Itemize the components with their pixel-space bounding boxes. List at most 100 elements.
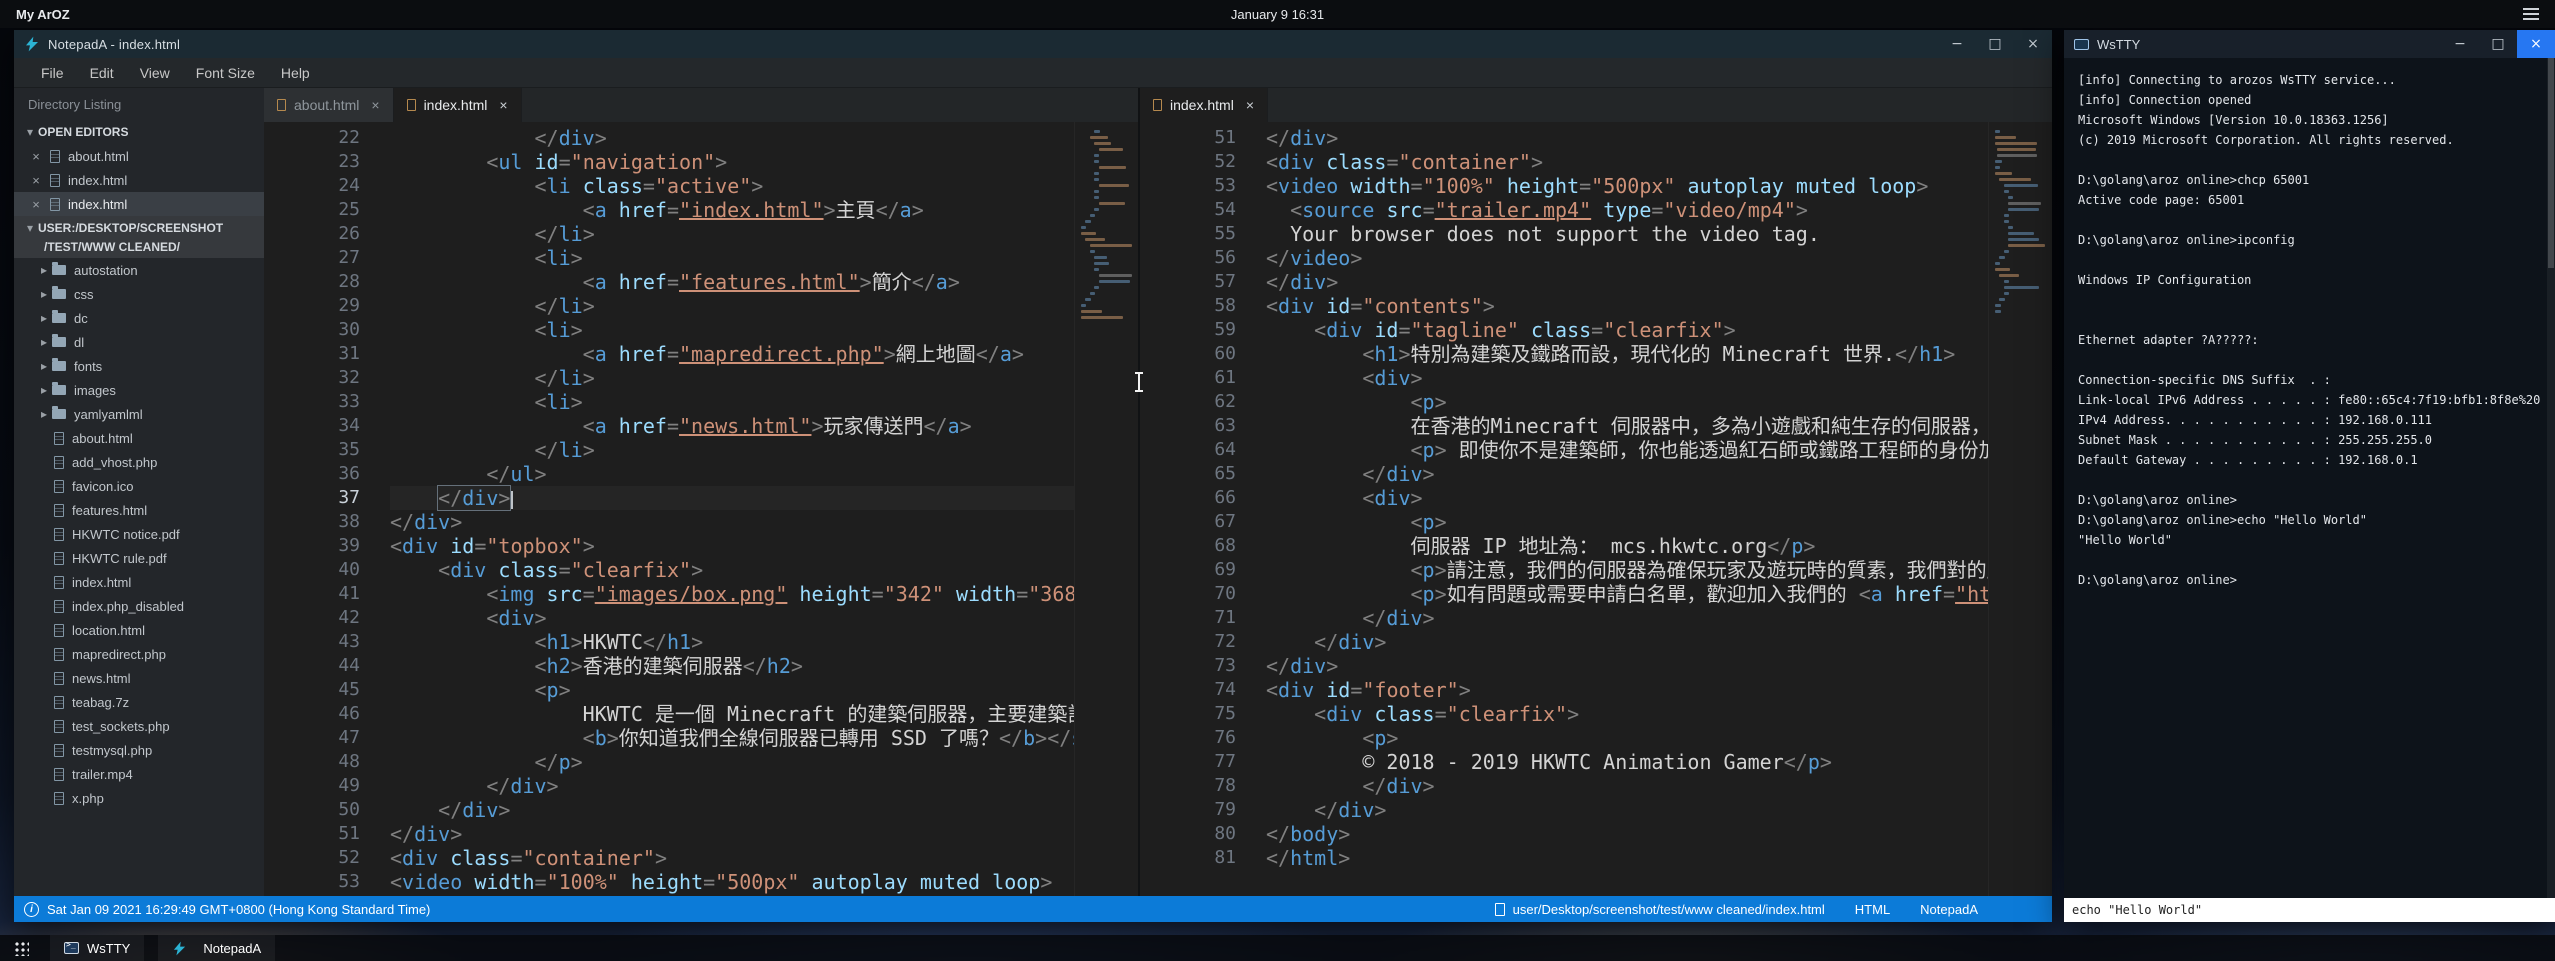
code-line[interactable]: © 2018 - 2019 HKWTC Animation Gamer</p> bbox=[1266, 750, 1988, 774]
code-line[interactable]: </div> bbox=[1266, 774, 1988, 798]
close-icon[interactable]: × bbox=[371, 97, 379, 113]
tree-folder[interactable]: ▸dl bbox=[14, 330, 264, 354]
code-line[interactable]: <div class="container"> bbox=[1266, 150, 1988, 174]
terminal-input[interactable] bbox=[2064, 898, 2555, 922]
code-line[interactable]: </div> bbox=[390, 486, 1074, 510]
code-line[interactable]: <li> bbox=[390, 318, 1074, 342]
code-line[interactable]: <h1>特別為建築及鐵路而設，現代化的 Minecraft 世界.</h1> bbox=[1266, 342, 1988, 366]
tree-file[interactable]: mapredirect.php bbox=[14, 642, 264, 666]
code-line[interactable]: </div> bbox=[1266, 606, 1988, 630]
maximize-button[interactable]: □ bbox=[2479, 30, 2517, 58]
minimize-button[interactable]: − bbox=[1938, 30, 1976, 58]
code-line[interactable]: <a href="mapredirect.php">網上地圖</a> bbox=[390, 342, 1074, 366]
code-line[interactable]: <p> bbox=[390, 678, 1074, 702]
code-line[interactable]: <source src="trailer.mp4" type="video/mp… bbox=[1266, 198, 1988, 222]
code-line[interactable]: </div> bbox=[390, 798, 1074, 822]
code-line[interactable]: <h2>香港的建築伺服器</h2> bbox=[390, 654, 1074, 678]
code-line[interactable]: </div> bbox=[1266, 126, 1988, 150]
code-line[interactable]: <p>請注意，我們的伺服器為確保玩家及遊玩時的質素，我們對的服務開啟 bbox=[1266, 558, 1988, 582]
tree-file[interactable]: x.php bbox=[14, 786, 264, 810]
code-line[interactable]: </div> bbox=[1266, 798, 1988, 822]
close-icon[interactable]: × bbox=[28, 149, 44, 164]
code-line[interactable]: <div> bbox=[390, 606, 1074, 630]
close-button[interactable]: × bbox=[2014, 30, 2052, 58]
code-line[interactable]: </div> bbox=[1266, 270, 1988, 294]
code-line[interactable]: <a href="news.html">玩家傳送門</a> bbox=[390, 414, 1074, 438]
tab-index-html[interactable]: index.html× bbox=[1140, 88, 1268, 122]
terminal-output[interactable]: [info] Connecting to arozos WsTTY servic… bbox=[2064, 58, 2547, 898]
tree-file[interactable]: teabag.7z bbox=[14, 690, 264, 714]
code-line[interactable]: <ul id="navigation"> bbox=[390, 150, 1074, 174]
code-line[interactable]: </li> bbox=[390, 438, 1074, 462]
open-editor-item[interactable]: ×index.html bbox=[14, 192, 264, 216]
close-button[interactable]: × bbox=[2517, 30, 2555, 58]
code-line[interactable]: <b>你知道我們全線伺服器已轉用 SSD 了嗎？</b></span> bbox=[390, 726, 1074, 750]
tree-file[interactable]: HKWTC notice.pdf bbox=[14, 522, 264, 546]
menu-item-file[interactable]: File bbox=[28, 58, 77, 88]
system-brand[interactable]: My ArOZ bbox=[16, 7, 70, 22]
workspace-header[interactable]: ▾USER:/DESKTOP/SCREENSHOT/TEST/WWW CLEAN… bbox=[14, 216, 264, 258]
code-line[interactable]: <div id="contents"> bbox=[1266, 294, 1988, 318]
close-icon[interactable]: × bbox=[28, 197, 44, 212]
menu-item-edit[interactable]: Edit bbox=[77, 58, 127, 88]
tree-file[interactable]: testmysql.php bbox=[14, 738, 264, 762]
code-line[interactable]: 伺服器 IP 地址為： mcs.hkwtc.org</p> bbox=[1266, 534, 1988, 558]
code-line[interactable]: <h1>HKWTC</h1> bbox=[390, 630, 1074, 654]
tree-file[interactable]: add_vhost.php bbox=[14, 450, 264, 474]
code-line[interactable]: <a href="features.html">簡介</a> bbox=[390, 270, 1074, 294]
menu-item-font-size[interactable]: Font Size bbox=[183, 58, 268, 88]
code-line[interactable]: </video> bbox=[1266, 246, 1988, 270]
hamburger-menu-icon[interactable] bbox=[2523, 8, 2539, 20]
close-icon[interactable]: × bbox=[28, 173, 44, 188]
code-line[interactable]: <div id="footer"> bbox=[1266, 678, 1988, 702]
code-line[interactable]: </li> bbox=[390, 222, 1074, 246]
code-line[interactable]: </p> bbox=[390, 750, 1074, 774]
code-line[interactable]: <p> bbox=[1266, 390, 1988, 414]
tree-file[interactable]: trailer.mp4 bbox=[14, 762, 264, 786]
tree-folder[interactable]: ▸images bbox=[14, 378, 264, 402]
tab-index-html[interactable]: index.html× bbox=[394, 88, 522, 122]
code-line[interactable]: </div> bbox=[390, 774, 1074, 798]
code-line[interactable]: <img src="images/box.png" height="342" w… bbox=[390, 582, 1074, 606]
terminal-scrollbar[interactable] bbox=[2547, 58, 2555, 898]
code-line[interactable]: Your browser does not support the video … bbox=[1266, 222, 1988, 246]
code-line[interactable]: </html> bbox=[1266, 846, 1988, 870]
tree-file[interactable]: index.php_disabled bbox=[14, 594, 264, 618]
tree-file[interactable]: about.html bbox=[14, 426, 264, 450]
tree-folder[interactable]: ▸yamlyamlml bbox=[14, 402, 264, 426]
code-line[interactable]: </div> bbox=[1266, 630, 1988, 654]
maximize-button[interactable]: □ bbox=[1976, 30, 2014, 58]
menu-item-view[interactable]: View bbox=[127, 58, 183, 88]
code-line[interactable]: <li> bbox=[390, 246, 1074, 270]
code-line[interactable]: HKWTC 是一個 Minecraft 的建築伺服器，主要建築計劃包括鐵路 bbox=[390, 702, 1074, 726]
start-menu-button[interactable] bbox=[6, 935, 36, 961]
tree-file[interactable]: test_sockets.php bbox=[14, 714, 264, 738]
code-line[interactable]: <div id="topbox"> bbox=[390, 534, 1074, 558]
open-editors-header[interactable]: ▾OPEN EDITORS bbox=[14, 120, 264, 144]
code-line[interactable]: <li class="active"> bbox=[390, 174, 1074, 198]
code-line[interactable]: <p> 即使你不是建築師，你也能透過紅石師或鐵路工程師的身份加入我們 bbox=[1266, 438, 1988, 462]
code-line[interactable]: </div> bbox=[1266, 654, 1988, 678]
tree-file[interactable]: index.html bbox=[14, 570, 264, 594]
code-line[interactable]: <a href="index.html">主頁</a> bbox=[390, 198, 1074, 222]
status-file-path[interactable]: user/Desktop/screenshot/test/www cleaned… bbox=[1513, 902, 1825, 917]
tree-file[interactable]: favicon.ico bbox=[14, 474, 264, 498]
tab-about-html[interactable]: about.html× bbox=[264, 88, 394, 122]
taskbar-item-notepada[interactable]: NotepadA bbox=[158, 935, 275, 961]
code-line[interactable]: <video width="100%" height="500px" autop… bbox=[390, 870, 1074, 894]
code-area[interactable]: </div> <ul id="navigation"> <li class="a… bbox=[390, 122, 1074, 896]
code-line[interactable]: <div class="container"> bbox=[390, 846, 1074, 870]
code-line[interactable]: <div class="clearfix"> bbox=[1266, 702, 1988, 726]
code-line[interactable]: <p> bbox=[1266, 510, 1988, 534]
close-icon[interactable]: × bbox=[1246, 97, 1254, 113]
tree-folder[interactable]: ▸fonts bbox=[14, 354, 264, 378]
code-line[interactable]: <li> bbox=[390, 390, 1074, 414]
tree-folder[interactable]: ▸dc bbox=[14, 306, 264, 330]
taskbar-item-wstty[interactable]: WsTTY bbox=[50, 935, 144, 961]
code-line[interactable]: 在香港的Minecraft 伺服器中，多為小遊戲和純生存的伺服器，較少擁有 bbox=[1266, 414, 1988, 438]
info-icon[interactable]: i bbox=[24, 902, 39, 917]
code-editor-left[interactable]: 2223242526272829303132333435363738394041… bbox=[264, 122, 1138, 896]
code-line[interactable]: </ul> bbox=[390, 462, 1074, 486]
tree-folder[interactable]: ▸autostation bbox=[14, 258, 264, 282]
status-language[interactable]: HTML bbox=[1855, 902, 1890, 917]
